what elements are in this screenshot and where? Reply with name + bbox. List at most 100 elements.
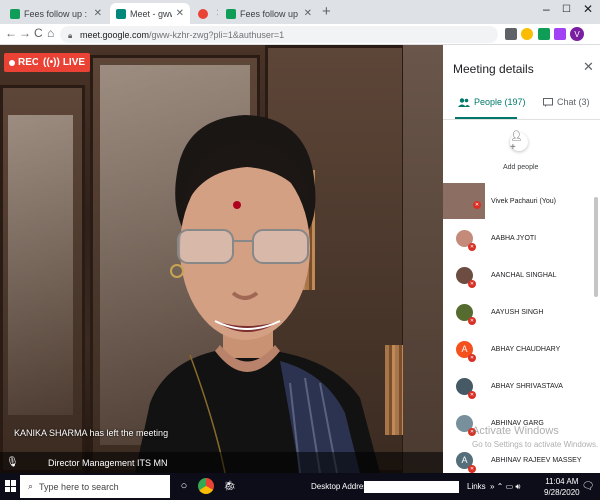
reload-button[interactable]: C bbox=[34, 26, 43, 40]
tab-people[interactable]: People (197) bbox=[458, 97, 526, 107]
participant-row[interactable]: ✕ AANCHAL SINGHAL bbox=[443, 257, 600, 293]
url-path: /gww-kzhr-zwg?pli=1&authuser=1 bbox=[149, 29, 285, 40]
wall bbox=[403, 45, 443, 473]
minimize-button[interactable]: – bbox=[543, 2, 550, 16]
clock-date: 9/28/2020 bbox=[544, 488, 580, 497]
cortana-icon[interactable]: ○ bbox=[176, 478, 192, 494]
extension-icon[interactable] bbox=[554, 28, 566, 40]
tab-people-label: People (197) bbox=[474, 97, 526, 107]
notifications-icon[interactable]: 🗨︎ bbox=[580, 478, 596, 494]
live-label: LIVE bbox=[62, 57, 86, 68]
browser-tab-fees-2[interactable]: Fees follow up : MBA - 2019-21 | ✕ bbox=[220, 3, 318, 24]
chat-icon bbox=[543, 97, 553, 107]
participant-name: ABHAY SHRIVASTAVA bbox=[491, 382, 563, 390]
home-button[interactable]: ⌂ bbox=[47, 26, 54, 40]
close-tab-icon[interactable]: ✕ bbox=[304, 8, 312, 19]
participant-row[interactable]: ✕ Vivek Pachauri (You) bbox=[443, 183, 600, 219]
close-tab-icon[interactable]: ✕ bbox=[94, 8, 102, 19]
meeting-details-panel: Meeting details ✕ People (197) Chat (3) … bbox=[443, 45, 600, 473]
lock-icon: 🔒︎ bbox=[68, 30, 73, 40]
mic-off-icon: ✕ bbox=[468, 280, 476, 288]
chrome-icon[interactable] bbox=[198, 478, 214, 494]
meet-icon bbox=[116, 8, 126, 19]
tab-label: Meet - gww-kzhr-zwg bbox=[130, 8, 172, 19]
watermark-subtitle: Go to Settings to activate Windows. bbox=[472, 440, 599, 449]
participant-name: ABHAY CHAUDHARY bbox=[491, 345, 561, 353]
windows-taskbar: ⌕ Type here to search ○ 🐞︎ Desktop Addre… bbox=[0, 473, 600, 500]
forward-button[interactable]: → bbox=[19, 26, 31, 40]
desktop-toolbar-label[interactable]: Desktop bbox=[311, 482, 340, 491]
participant-name: ABHINAV RAJEEV MASSEY bbox=[491, 456, 582, 464]
extension-icon[interactable] bbox=[521, 28, 533, 40]
add-people-button[interactable]: 👤︎+ bbox=[510, 131, 528, 153]
participant-name: AANCHAL SINGHAL bbox=[491, 271, 557, 279]
sheets-icon bbox=[226, 8, 236, 19]
add-person-icon: 👤︎+ bbox=[510, 131, 523, 153]
video-stage: REC ((•)) LIVE KANIKA SHARMA has left th… bbox=[0, 45, 443, 473]
browser-tab-strip: Fees follow up : MBA - 2019-21 | ✕ Meet … bbox=[0, 0, 600, 24]
camera-icon[interactable] bbox=[505, 28, 517, 40]
scrollbar[interactable] bbox=[594, 197, 598, 297]
participant-name: AABHA JYOTI bbox=[491, 234, 537, 242]
mic-off-icon: ✕ bbox=[473, 201, 481, 209]
new-tab-button[interactable]: + bbox=[322, 3, 331, 20]
watermark-title: Activate Windows bbox=[472, 425, 559, 437]
presenter-bar: 🎙︎ Director Management ITS MN bbox=[0, 452, 443, 473]
sheets-icon bbox=[10, 8, 20, 19]
app-icon[interactable]: 🐞︎ bbox=[222, 478, 238, 494]
close-tab-icon[interactable]: ✕ bbox=[216, 8, 218, 19]
back-button[interactable]: ← bbox=[5, 26, 17, 40]
maximize-button[interactable]: ☐ bbox=[562, 4, 571, 15]
divider bbox=[443, 119, 600, 120]
close-panel-button[interactable]: ✕ bbox=[583, 59, 594, 75]
mic-off-icon: ✕ bbox=[468, 243, 476, 251]
participant-row[interactable]: ✕ AABHA JYOTI bbox=[443, 220, 600, 256]
live-icon: ((•)) bbox=[43, 57, 60, 68]
close-tab-icon[interactable]: ✕ bbox=[176, 8, 184, 19]
browser-tab-fees-1[interactable]: Fees follow up : MBA - 2019-21 | ✕ bbox=[4, 3, 108, 24]
taskbar-clock[interactable]: 11:04 AM 9/28/2020 bbox=[544, 476, 580, 498]
mic-off-icon: ✕ bbox=[468, 317, 476, 325]
system-tray-icons[interactable]: » ⌃ ▭ 🔊︎ bbox=[490, 482, 520, 492]
microphone-icon: 🎙︎ bbox=[6, 457, 19, 468]
extension-icon[interactable] bbox=[538, 28, 550, 40]
mic-off-icon: ✕ bbox=[468, 354, 476, 362]
cabinet-glass bbox=[8, 115, 73, 415]
windows-start-button[interactable] bbox=[5, 480, 17, 492]
participant-name: Vivek Pachauri (You) bbox=[491, 197, 556, 205]
browser-tab-meet[interactable]: Meet - gww-kzhr-zwg ✕ bbox=[110, 3, 190, 24]
mic-off-icon: ✕ bbox=[468, 465, 476, 473]
live-badge: ((•)) LIVE bbox=[38, 53, 91, 72]
clock-time: 11:04 AM bbox=[545, 477, 579, 486]
browser-tab-recording[interactable]: ✕ bbox=[192, 3, 218, 24]
search-placeholder: Type here to search bbox=[39, 481, 119, 492]
url-host: meet.google.com bbox=[80, 29, 150, 40]
taskbar-address-input[interactable] bbox=[364, 481, 459, 493]
tab-chat[interactable]: Chat (3) bbox=[543, 97, 590, 107]
tab-label: Fees follow up : MBA - 2019-21 | bbox=[24, 8, 90, 19]
participant-row[interactable]: ✕ ABHAY SHRIVASTAVA bbox=[443, 368, 600, 404]
mic-off-icon: ✕ bbox=[468, 391, 476, 399]
panel-title: Meeting details bbox=[453, 62, 534, 76]
meeting-toast: KANIKA SHARMA has left the meeting bbox=[14, 428, 169, 438]
rec-label: REC bbox=[18, 57, 40, 68]
browser-toolbar: ← → C ⌂ 🔒︎ meet.google.com/gww-kzhr-zwg?… bbox=[0, 24, 600, 45]
tab-chat-label: Chat (3) bbox=[557, 97, 590, 107]
profile-avatar[interactable]: V bbox=[570, 27, 584, 41]
participant-name: AAYUSH SINGH bbox=[491, 308, 544, 316]
participant-row[interactable]: ✕ AAYUSH SINGH bbox=[443, 294, 600, 330]
record-dot-icon bbox=[9, 59, 15, 66]
presenter-name: Director Management ITS MN bbox=[48, 457, 168, 468]
address-bar[interactable]: 🔒︎ meet.google.com/gww-kzhr-zwg?pli=1&au… bbox=[60, 26, 498, 43]
activate-windows-watermark: Activate Windows Go to Settings to activ… bbox=[472, 425, 598, 451]
tab-label: Fees follow up : MBA - 2019-21 | bbox=[240, 8, 300, 19]
search-icon: ⌕ bbox=[28, 481, 34, 491]
participant-row[interactable]: A ✕ ABHAY CHAUDHARY bbox=[443, 331, 600, 367]
people-icon bbox=[458, 97, 470, 107]
links-toolbar-label[interactable]: Links bbox=[467, 482, 486, 491]
taskbar-search-box[interactable]: ⌕ Type here to search bbox=[20, 475, 170, 498]
speaker-video bbox=[135, 115, 380, 473]
record-icon bbox=[198, 8, 208, 19]
close-window-button[interactable]: ✕ bbox=[583, 2, 593, 16]
add-people-label: Add people bbox=[503, 164, 539, 171]
